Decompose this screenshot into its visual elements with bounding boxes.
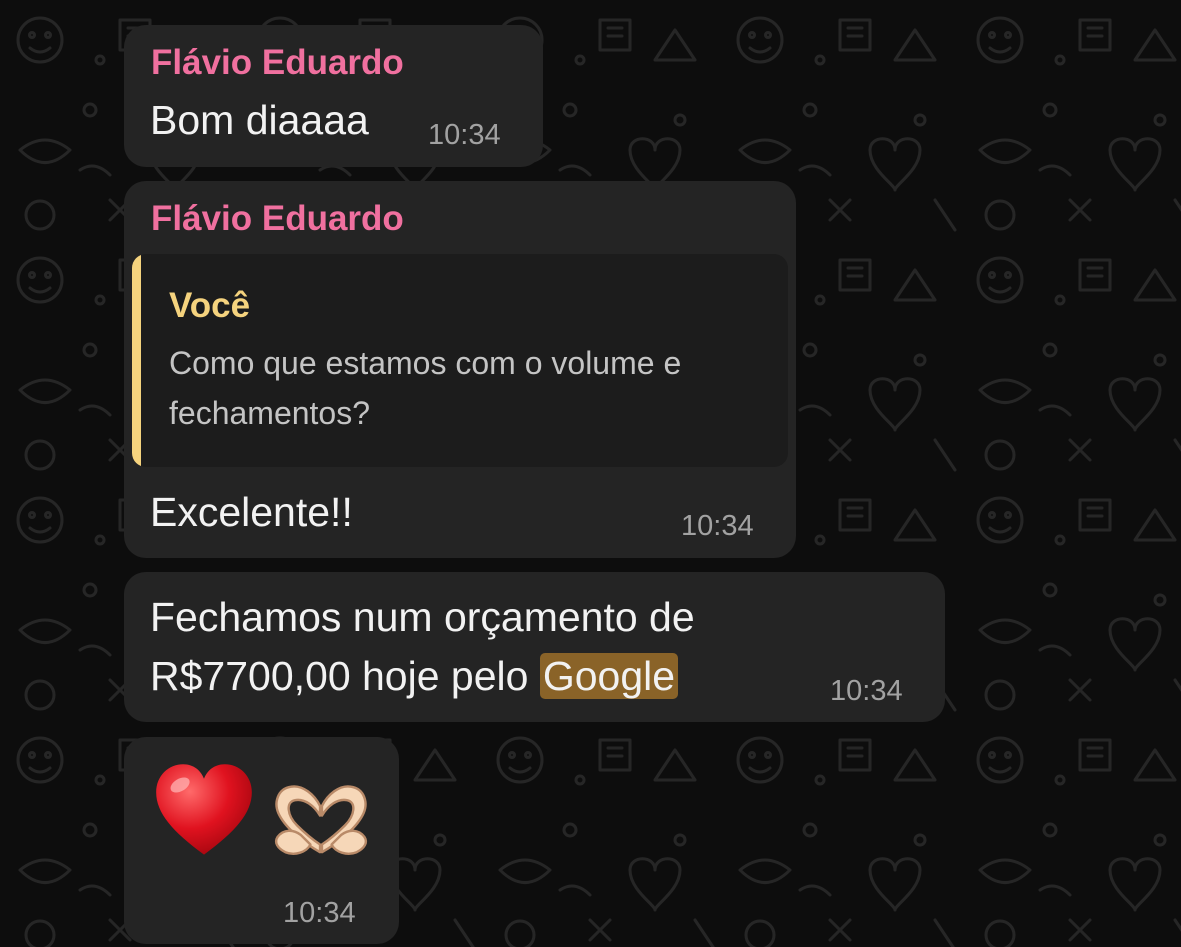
chat-view: Flávio Eduardo Bom diaaaa 10:34 Flávio E… (0, 0, 1181, 947)
quoted-author: Você (169, 286, 251, 325)
message-timestamp: 10:34 (283, 897, 356, 929)
quoted-text-line: Como que estamos com o volume e (169, 345, 682, 381)
message-timestamp: 10:34 (830, 675, 903, 707)
search-highlight[interactable]: Google (539, 653, 679, 699)
message-timestamp: 10:34 (428, 119, 501, 151)
quote-accent-bar (132, 254, 141, 467)
sender-name[interactable]: Flávio Eduardo (151, 43, 404, 83)
message-bubble[interactable]: Fechamos num orçamento de R$7700,00 hoje… (124, 572, 945, 722)
quoted-reply[interactable]: Você Como que estamos com o volume e fec… (132, 254, 788, 467)
message-timestamp: 10:34 (681, 510, 754, 542)
heart-hands-icon (274, 785, 368, 855)
sender-name[interactable]: Flávio Eduardo (151, 199, 404, 239)
red-heart-icon (156, 764, 252, 855)
message-bubble[interactable]: Flávio Eduardo Você Como que estamos com… (124, 181, 796, 558)
quoted-text-line: fechamentos? (169, 395, 371, 431)
message-text-segment: R$7700,00 hoje pelo (150, 653, 540, 699)
message-text: Excelente!! (150, 489, 353, 535)
message-bubble[interactable]: Flávio Eduardo Bom diaaaa 10:34 (124, 25, 543, 167)
message-text-line: R$7700,00 hoje pelo Google (150, 653, 679, 700)
message-text: Bom diaaaa (150, 97, 369, 143)
message-bubble[interactable]: 10:34 (124, 737, 399, 944)
message-text-line: Fechamos num orçamento de (150, 594, 695, 640)
